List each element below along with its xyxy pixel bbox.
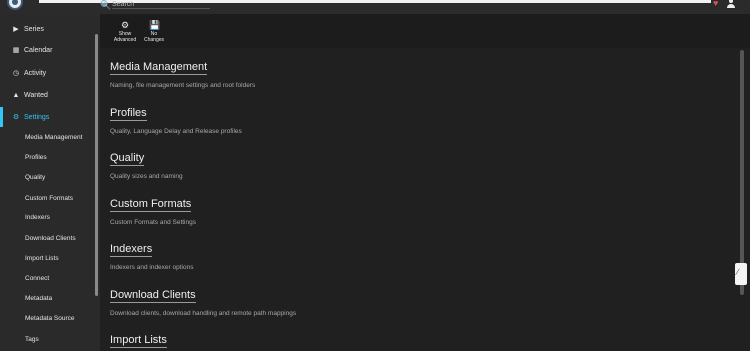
sidebar-subitem-import-lists[interactable]: Import Lists bbox=[25, 253, 59, 265]
toolbar: ⚙ Show Advanced 💾 No Changes bbox=[100, 14, 750, 48]
settings-section-import-lists: Import Lists bbox=[110, 330, 510, 348]
sidebar-item-label: Settings bbox=[24, 113, 50, 121]
no-changes-button[interactable]: 💾 No Changes bbox=[139, 20, 169, 43]
section-description: Custom Formats and Settings bbox=[110, 219, 196, 226]
show-advanced-label: Show Advanced bbox=[113, 31, 137, 43]
no-changes-label: No Changes bbox=[143, 31, 164, 43]
sidebar-subitem-custom-formats[interactable]: Custom Formats bbox=[25, 193, 73, 205]
search-input[interactable] bbox=[112, 0, 210, 9]
sidebar-subitem-indexers[interactable]: Indexers bbox=[25, 212, 50, 224]
settings-section-media-management: Media Management Naming, file management… bbox=[110, 57, 510, 89]
search-icon: 🔍 bbox=[100, 0, 112, 10]
sidebar-subitem-metadata-source[interactable]: Metadata Source bbox=[25, 313, 75, 325]
clock-icon: ◷ bbox=[12, 70, 20, 77]
sidebar-subitem-connect[interactable]: Connect bbox=[25, 273, 49, 285]
sidebar-item-settings[interactable]: ⚙ Settings bbox=[0, 107, 95, 127]
section-description: Quality, Language Delay and Release prof… bbox=[110, 128, 242, 135]
section-title-link[interactable]: Indexers bbox=[110, 243, 153, 257]
sidebar-subitem-quality[interactable]: Quality bbox=[25, 172, 45, 184]
sidebar-subitem-tags[interactable]: Tags bbox=[25, 334, 39, 346]
warning-icon: ▲ bbox=[12, 91, 20, 99]
top-bar: 🔍 ♥ bbox=[0, 0, 750, 14]
section-title-link[interactable]: Profiles bbox=[110, 107, 147, 121]
sidebar-subitem-metadata[interactable]: Metadata bbox=[25, 293, 52, 305]
sidebar-item-label: Wanted bbox=[24, 91, 48, 99]
user-icon[interactable] bbox=[727, 0, 735, 8]
sidebar-item-calendar[interactable]: ▦ Calendar bbox=[0, 40, 95, 60]
sidebar-item-series[interactable]: ▶ Series bbox=[0, 19, 95, 39]
sidebar: ▶ Series ▦ Calendar ◷ Activity ▲ Wanted … bbox=[0, 14, 100, 351]
section-description: Quality sizes and naming bbox=[110, 173, 183, 180]
section-title-link[interactable]: Media Management bbox=[110, 61, 208, 75]
gear-icon: ⚙ bbox=[120, 20, 130, 30]
sidebar-subitem-media-management[interactable]: Media Management bbox=[25, 132, 82, 144]
section-title-link[interactable]: Quality bbox=[110, 152, 145, 166]
sidebar-subitem-download-clients[interactable]: Download Clients bbox=[25, 233, 76, 245]
gears-icon: ⚙ bbox=[12, 114, 20, 121]
play-icon: ▶ bbox=[13, 26, 19, 33]
section-description: Naming, file management settings and roo… bbox=[110, 82, 256, 89]
settings-section-quality: Quality Quality sizes and naming bbox=[110, 148, 510, 180]
show-advanced-button[interactable]: ⚙ Show Advanced bbox=[110, 20, 140, 43]
sidebar-item-label: Activity bbox=[24, 69, 47, 77]
save-icon: 💾 bbox=[149, 20, 161, 30]
section-title-link[interactable]: Download Clients bbox=[110, 289, 196, 303]
heart-icon[interactable]: ♥ bbox=[713, 0, 718, 8]
section-title-link[interactable]: Import Lists bbox=[110, 334, 167, 348]
app-logo[interactable] bbox=[7, 0, 23, 10]
section-description: Download clients, download handling and … bbox=[110, 310, 297, 317]
sidebar-item-label: Calendar bbox=[24, 46, 53, 54]
settings-section-custom-formats: Custom Formats Custom Formats and Settin… bbox=[110, 194, 510, 226]
section-title-link[interactable]: Custom Formats bbox=[110, 198, 192, 212]
sidebar-item-wanted[interactable]: ▲ Wanted bbox=[0, 85, 95, 105]
edge-toggle-tab[interactable] bbox=[735, 263, 747, 285]
main-content: ⚙ Show Advanced 💾 No Changes Media Manag… bbox=[100, 14, 750, 351]
sidebar-scrollbar[interactable] bbox=[95, 34, 98, 296]
main-scrollbar[interactable] bbox=[740, 50, 744, 295]
calendar-icon: ▦ bbox=[12, 47, 20, 54]
settings-section-indexers: Indexers Indexers and indexer options bbox=[110, 239, 510, 271]
sidebar-item-activity[interactable]: ◷ Activity bbox=[0, 63, 95, 83]
settings-section-profiles: Profiles Quality, Language Delay and Rel… bbox=[110, 103, 510, 135]
sidebar-subitem-profiles[interactable]: Profiles bbox=[25, 152, 47, 164]
sidebar-item-label: Series bbox=[24, 25, 44, 33]
settings-section-download-clients: Download Clients Download clients, downl… bbox=[110, 285, 510, 317]
section-description: Indexers and indexer options bbox=[110, 264, 194, 271]
